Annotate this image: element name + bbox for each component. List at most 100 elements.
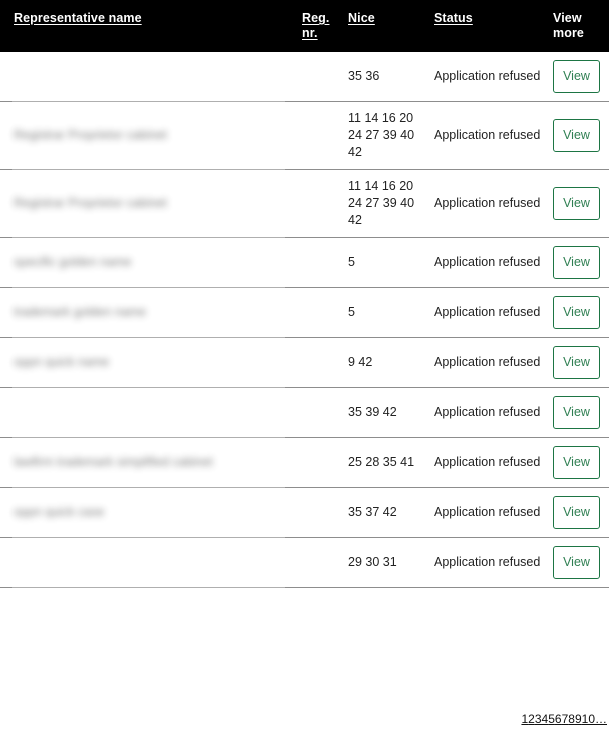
cell-reg-nr — [302, 487, 348, 538]
view-button[interactable]: View — [553, 496, 600, 529]
cell-reg-nr — [302, 537, 348, 588]
view-button[interactable]: View — [553, 60, 600, 93]
cell-representative-name: specific golden name — [0, 237, 302, 288]
cell-nice-classes: 29 30 31 — [348, 537, 434, 588]
view-button[interactable]: View — [553, 187, 600, 220]
cell-status: Application refused — [434, 537, 553, 588]
column-header-status[interactable]: Status — [434, 0, 553, 52]
pagination-page-2[interactable]: 2 — [528, 712, 535, 726]
pagination: 12345678910… — [521, 711, 607, 727]
cell-status: Application refused — [434, 101, 553, 170]
cell-representative-name: lawfirm trademark simplified cabinet — [0, 437, 302, 488]
table-row: 35 39 42 Application refused View — [0, 387, 609, 438]
cell-status: Application refused — [434, 52, 553, 102]
representative-name-redacted: oppn quick name — [14, 355, 110, 369]
table-row: 35 36 Application refused View — [0, 52, 609, 102]
representative-name-redacted: Registrar Proprietor cabinet — [14, 196, 167, 210]
view-button[interactable]: View — [553, 396, 600, 429]
cell-reg-nr — [302, 437, 348, 488]
cell-status: Application refused — [434, 337, 553, 388]
column-header-nice[interactable]: Nice — [348, 0, 434, 52]
cell-reg-nr — [302, 387, 348, 438]
pagination-page-9[interactable]: 9 — [575, 712, 582, 726]
table-header-row: Representative name Reg. nr. Nice Status… — [0, 0, 609, 52]
table-header: Representative name Reg. nr. Nice Status… — [0, 0, 609, 52]
cell-representative-name: oppn quick case — [0, 487, 302, 538]
cell-view-more: View — [553, 287, 609, 338]
cell-nice-classes: 25 28 35 41 — [348, 437, 434, 488]
column-header-reg-nr-label[interactable]: Reg. nr. — [302, 11, 330, 40]
column-header-representative-name[interactable]: Representative name — [0, 0, 302, 52]
cell-representative-name — [0, 387, 302, 438]
representative-name-redacted: Registrar Proprietor cabinet — [14, 128, 167, 142]
cell-reg-nr — [302, 337, 348, 388]
cell-view-more: View — [553, 101, 609, 170]
column-header-reg-nr[interactable]: Reg. nr. — [302, 0, 348, 52]
cell-nice-classes: 5 — [348, 287, 434, 338]
pagination-page-8[interactable]: 8 — [568, 712, 575, 726]
table-row: trademark golden name 5 Application refus… — [0, 287, 609, 338]
column-header-representative-name-label[interactable]: Representative name — [14, 11, 142, 25]
representative-name-redacted: lawfirm trademark simplified cabinet — [14, 455, 213, 469]
cell-view-more: View — [553, 537, 609, 588]
view-button[interactable]: View — [553, 446, 600, 479]
cell-representative-name — [0, 537, 302, 588]
cell-view-more: View — [553, 337, 609, 388]
cell-reg-nr — [302, 52, 348, 102]
cell-representative-name: trademark golden name — [0, 287, 302, 338]
table-row: Registrar Proprietor cabinet 11 14 16 20… — [0, 169, 609, 238]
view-button[interactable]: View — [553, 346, 600, 379]
cell-representative-name — [0, 52, 302, 102]
cell-nice-classes: 9 42 — [348, 337, 434, 388]
cell-view-more: View — [553, 52, 609, 102]
cell-status: Application refused — [434, 169, 553, 238]
view-button[interactable]: View — [553, 296, 600, 329]
column-header-nice-label[interactable]: Nice — [348, 11, 375, 25]
column-header-status-label[interactable]: Status — [434, 11, 473, 25]
cell-reg-nr — [302, 169, 348, 238]
cell-nice-classes: 11 14 16 20 24 27 39 40 42 — [348, 101, 434, 170]
table-row: specific golden name 5 Application refuse… — [0, 237, 609, 288]
cell-reg-nr — [302, 287, 348, 338]
cell-nice-classes: 35 36 — [348, 52, 434, 102]
cell-representative-name: Registrar Proprietor cabinet — [0, 169, 302, 238]
table-row: lawfirm trademark simplified cabinet 25 … — [0, 437, 609, 488]
cell-view-more: View — [553, 169, 609, 238]
view-button[interactable]: View — [553, 546, 600, 579]
cell-reg-nr — [302, 101, 348, 170]
view-button[interactable]: View — [553, 246, 600, 279]
pagination-page-5[interactable]: 5 — [548, 712, 555, 726]
representative-name-redacted: oppn quick case — [14, 505, 105, 519]
representative-name-redacted: specific golden name — [14, 255, 132, 269]
table-row: Registrar Proprietor cabinet 11 14 16 20… — [0, 101, 609, 170]
cell-nice-classes: 11 14 16 20 24 27 39 40 42 — [348, 169, 434, 238]
cell-view-more: View — [553, 487, 609, 538]
cell-view-more: View — [553, 437, 609, 488]
representative-name-redacted: trademark golden name — [14, 305, 147, 319]
table-row: 29 30 31 Application refused View — [0, 537, 609, 588]
cell-nice-classes: 35 37 42 — [348, 487, 434, 538]
table-body: 35 36 Application refused View Registrar Pr… — [0, 52, 609, 588]
cell-nice-classes: 5 — [348, 237, 434, 288]
cell-view-more: View — [553, 387, 609, 438]
cell-representative-name: oppn quick name — [0, 337, 302, 388]
cell-reg-nr — [302, 237, 348, 288]
pagination-page-10[interactable]: 10 — [582, 712, 595, 726]
table-row: oppn quick name 9 42 Application refused V… — [0, 337, 609, 388]
cell-status: Application refused — [434, 287, 553, 338]
cell-status: Application refused — [434, 387, 553, 438]
cell-status: Application refused — [434, 437, 553, 488]
cell-status: Application refused — [434, 237, 553, 288]
cell-representative-name: Registrar Proprietor cabinet — [0, 101, 302, 170]
pagination-page-3[interactable]: 3 — [535, 712, 542, 726]
cell-nice-classes: 35 39 42 — [348, 387, 434, 438]
column-header-view-more: View more — [553, 0, 609, 52]
cell-status: Application refused — [434, 487, 553, 538]
pagination-page-6[interactable]: 6 — [555, 712, 562, 726]
view-button[interactable]: View — [553, 119, 600, 152]
pagination-ellipsis[interactable]: … — [595, 712, 607, 726]
search-results-table: Representative name Reg. nr. Nice Status… — [0, 0, 609, 588]
column-header-view-more-label: View more — [553, 11, 584, 40]
table-row: oppn quick case 35 37 42 Application refu… — [0, 487, 609, 538]
cell-view-more: View — [553, 237, 609, 288]
